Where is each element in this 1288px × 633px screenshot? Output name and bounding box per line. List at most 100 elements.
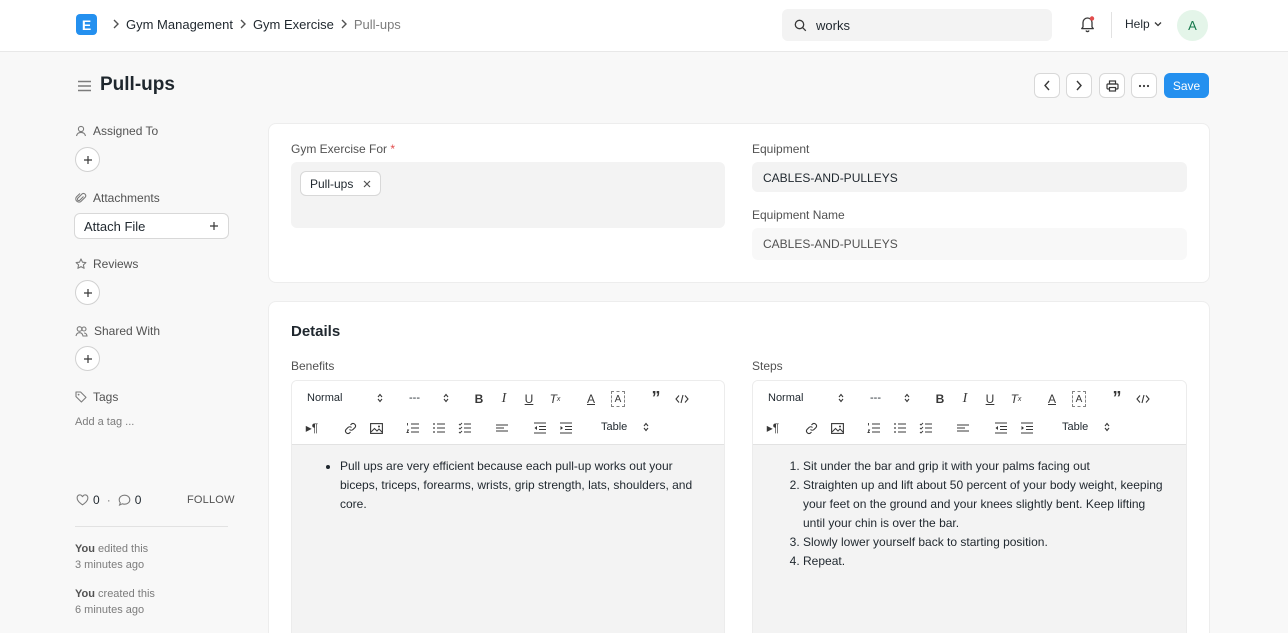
add-share-button[interactable] (75, 346, 100, 371)
background-color-icon[interactable]: A (611, 391, 625, 407)
text-color-icon[interactable]: A (584, 391, 598, 407)
chevron-right-icon (334, 19, 354, 29)
updown-icon (904, 393, 910, 403)
steps-editor[interactable]: Normal --- B I U Tx A A ” ▸¶ Table 1. Si… (752, 380, 1187, 633)
text-direction-icon[interactable]: ▸¶ (765, 420, 781, 436)
checklist-icon[interactable] (918, 421, 934, 435)
likes-count: 0 (93, 493, 100, 507)
code-block-icon[interactable] (1135, 392, 1151, 406)
background-color-icon[interactable]: A (1072, 391, 1086, 407)
link-icon[interactable] (803, 421, 819, 435)
notification-bell-icon[interactable] (1079, 15, 1096, 33)
link-icon[interactable] (342, 421, 358, 435)
steps-content[interactable]: Sit under the bar and grip it with your … (753, 445, 1186, 633)
more-dots-icon (1138, 84, 1150, 88)
bold-icon[interactable]: B (472, 391, 486, 407)
gym-exercise-for-label-text: Gym Exercise For (291, 142, 388, 156)
attach-file-button[interactable]: Attach File (74, 213, 229, 239)
equipment-field[interactable]: CABLES-AND-PULLEYS (752, 162, 1187, 192)
tags-section: Tags (75, 390, 118, 404)
blockquote-icon[interactable]: ” (649, 388, 663, 408)
align-left-icon[interactable] (494, 421, 510, 435)
bullet-list-icon[interactable] (431, 421, 447, 435)
comment-icon[interactable] (118, 494, 131, 506)
italic-icon[interactable]: I (958, 391, 972, 407)
code-block-icon[interactable] (674, 392, 690, 406)
paperclip-icon (75, 192, 87, 204)
size-select-value: --- (409, 392, 420, 404)
attach-file-label: Attach File (84, 218, 146, 234)
heart-icon[interactable] (76, 494, 89, 506)
clear-format-icon[interactable]: Tx (1008, 391, 1024, 407)
equipment-name-label: Equipment Name (752, 208, 845, 222)
style-select-value: Normal (768, 392, 804, 404)
follow-button[interactable]: FOLLOW (187, 494, 235, 506)
add-assignee-button[interactable] (75, 147, 100, 172)
more-actions-button[interactable] (1131, 73, 1157, 98)
table-select[interactable]: Table (1062, 421, 1110, 433)
chevron-down-icon (1154, 21, 1162, 27)
tag-icon (75, 391, 87, 403)
benefits-content[interactable]: Pull ups are very efficient because each… (292, 445, 724, 633)
activity-action: edited this (94, 543, 149, 555)
outdent-icon[interactable] (532, 421, 548, 435)
ordered-list-icon[interactable] (866, 421, 882, 435)
breadcrumb-gym-management[interactable]: Gym Management (126, 17, 233, 32)
printer-icon (1105, 79, 1119, 92)
table-select[interactable]: Table (601, 421, 649, 433)
previous-record-button[interactable] (1034, 73, 1060, 98)
size-select[interactable]: --- (870, 392, 910, 404)
equipment-name-field: CABLES-AND-PULLEYS (752, 228, 1187, 260)
bullet-list-icon[interactable] (892, 421, 908, 435)
style-select[interactable]: Normal (768, 392, 844, 404)
close-icon[interactable] (363, 180, 371, 188)
print-button[interactable] (1099, 73, 1125, 98)
style-select[interactable]: Normal (307, 392, 383, 404)
plus-icon (83, 155, 93, 165)
reviews-label: Reviews (93, 257, 139, 271)
size-select[interactable]: --- (409, 392, 449, 404)
sidebar-divider (75, 526, 228, 527)
activity-entry: You edited this 3 minutes ago (75, 541, 148, 573)
ordered-list-icon[interactable] (405, 421, 421, 435)
shared-with-label: Shared With (94, 324, 161, 338)
underline-icon[interactable]: U (983, 391, 997, 407)
next-record-button[interactable] (1066, 73, 1092, 98)
checklist-icon[interactable] (457, 421, 473, 435)
image-icon[interactable] (829, 421, 845, 435)
plus-icon (83, 288, 93, 298)
blockquote-icon[interactable]: ” (1110, 388, 1124, 408)
benefits-list: Pull ups are very efficient because each… (302, 457, 708, 514)
add-tag-link[interactable]: Add a tag ... (75, 416, 134, 428)
attachments-label: Attachments (93, 191, 160, 205)
search-bar[interactable]: works (782, 9, 1052, 41)
add-review-button[interactable] (75, 280, 100, 305)
bold-icon[interactable]: B (933, 391, 947, 407)
reviews-section: Reviews (75, 257, 138, 271)
search-input[interactable]: works (816, 18, 850, 33)
breadcrumb-gym-exercise[interactable]: Gym Exercise (253, 17, 334, 32)
text-color-icon[interactable]: A (1045, 391, 1059, 407)
breadcrumb-current[interactable]: Pull-ups (354, 17, 401, 32)
indent-icon[interactable] (558, 421, 574, 435)
activity-time: 3 minutes ago (75, 559, 145, 571)
image-icon[interactable] (368, 421, 384, 435)
align-left-icon[interactable] (955, 421, 971, 435)
editor-toolbar: Normal --- B I U Tx A A ” ▸¶ Table (292, 381, 724, 445)
outdent-icon[interactable] (993, 421, 1009, 435)
clear-format-icon[interactable]: Tx (547, 391, 563, 407)
sidebar-toggle-icon[interactable] (77, 80, 92, 92)
italic-icon[interactable]: I (497, 391, 511, 407)
text-direction-icon[interactable]: ▸¶ (304, 420, 320, 436)
save-button[interactable]: Save (1164, 73, 1209, 98)
list-item: Sit under the bar and grip it with your … (803, 457, 1170, 476)
gym-exercise-for-field[interactable]: Pull-ups (291, 162, 725, 228)
help-dropdown[interactable]: Help (1125, 17, 1162, 31)
chevron-right-icon (233, 19, 253, 29)
benefits-editor[interactable]: Normal --- B I U Tx A A ” ▸¶ Table • Pul… (291, 380, 725, 633)
shared-with-section: Shared With (75, 324, 160, 338)
indent-icon[interactable] (1019, 421, 1035, 435)
underline-icon[interactable]: U (522, 391, 536, 407)
app-logo[interactable]: E (76, 14, 97, 35)
avatar[interactable]: A (1177, 10, 1208, 41)
